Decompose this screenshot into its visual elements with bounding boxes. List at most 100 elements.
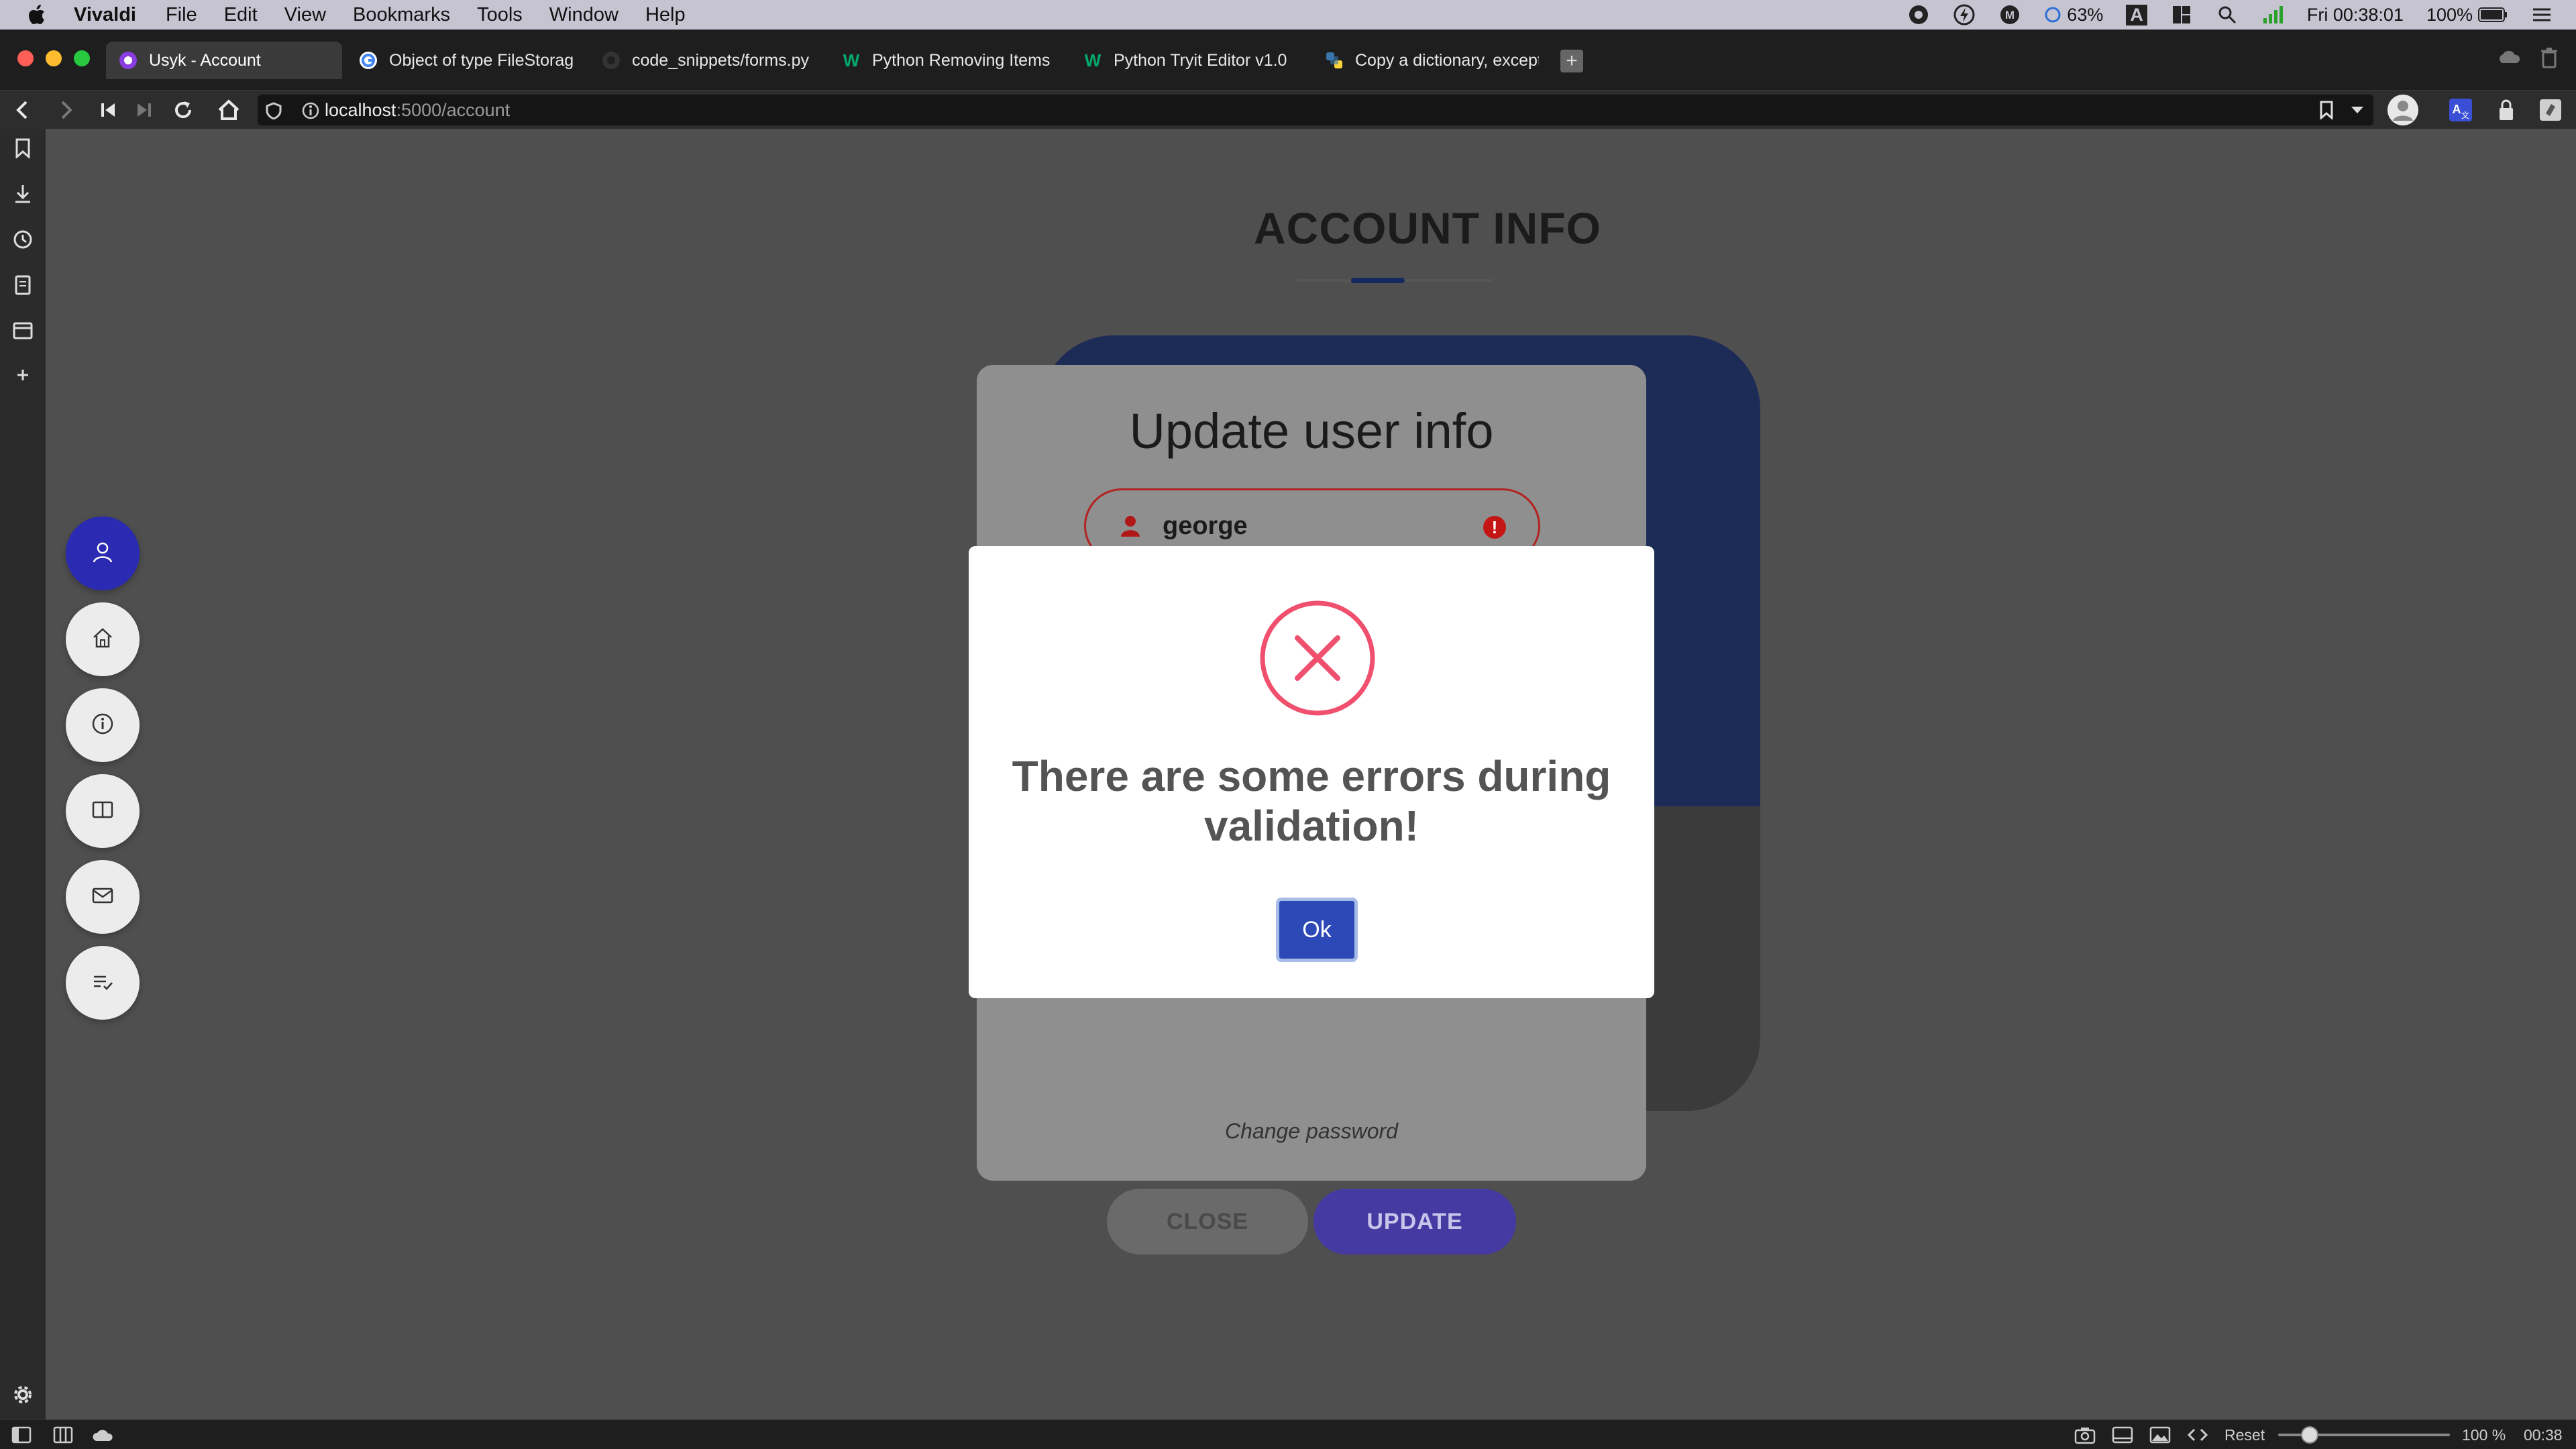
minimize-window-button[interactable]	[46, 50, 62, 66]
reload-icon[interactable]	[170, 97, 196, 123]
status-app-icon[interactable]	[1907, 3, 1930, 26]
signal-icon[interactable]	[2261, 3, 2284, 26]
site-info-icon[interactable]	[302, 102, 319, 123]
nav-info-button[interactable]	[66, 688, 140, 762]
field-error-icon: !	[1483, 516, 1506, 539]
svg-text:A: A	[2453, 103, 2461, 116]
home-button-icon[interactable]	[216, 97, 241, 123]
profile-avatar-icon[interactable]	[2384, 95, 2422, 125]
fast-forward-icon[interactable]	[131, 97, 157, 123]
url-field[interactable]: localhost:5000/account	[258, 95, 2373, 125]
keyboard-layout-indicator[interactable]: A	[2126, 4, 2147, 25]
page-tiling-icon[interactable]	[2112, 1424, 2133, 1446]
bookmark-page-icon[interactable]	[2314, 95, 2339, 125]
tab-filestorage[interactable]: Object of type FileStorage	[346, 42, 585, 79]
apple-menu-icon[interactable]	[0, 5, 74, 25]
url-dropdown-icon[interactable]	[2345, 95, 2369, 125]
history-panel-icon[interactable]	[11, 228, 34, 251]
zoom-slider-handle[interactable]	[2301, 1426, 2318, 1444]
username-value: george	[1163, 511, 1248, 540]
nav-mail-button[interactable]	[66, 860, 140, 934]
menu-app-name[interactable]: Vivaldi	[74, 4, 136, 26]
url-host: localhost	[325, 99, 396, 120]
tab-title: Copy a dictionary, except	[1355, 50, 1539, 70]
translate-icon[interactable]: A文	[2446, 95, 2475, 125]
vivaldi-side-panel	[0, 129, 46, 1419]
modal-message: There are some errors during validation!	[1012, 752, 1611, 850]
battery-icon	[2478, 7, 2507, 22]
shield-icon[interactable]	[266, 102, 282, 123]
tab-code-snippets[interactable]: code_snippets/forms.py at	[589, 42, 825, 79]
rewind-icon[interactable]	[95, 97, 121, 123]
zoom-level: 100 %	[2462, 1426, 2506, 1444]
menu-tools[interactable]: Tools	[477, 4, 523, 26]
ok-button[interactable]: Ok	[1276, 898, 1358, 962]
zoom-reset-button[interactable]: Reset	[2224, 1426, 2265, 1444]
capture-camera-icon[interactable]	[2074, 1424, 2096, 1446]
tab-title: code_snippets/forms.py at	[632, 50, 813, 70]
user-field-icon	[1117, 513, 1144, 539]
nav-home-button[interactable]	[66, 602, 140, 676]
tab-usyk-account[interactable]: Usyk - Account	[106, 42, 342, 79]
menu-file[interactable]: File	[166, 4, 197, 26]
tiling-icon[interactable]	[52, 1424, 74, 1446]
spotlight-search-icon[interactable]	[2216, 3, 2239, 26]
tab-python-removing[interactable]: W Python Removing Items fr	[829, 42, 1065, 79]
nav-list-check-button[interactable]	[66, 946, 140, 1020]
status-clock: 00:38	[2524, 1426, 2563, 1444]
home-icon	[91, 627, 114, 653]
cpu-indicator[interactable]: 63%	[2044, 5, 2103, 25]
new-tab-button[interactable]: +	[1560, 50, 1583, 72]
trash-icon[interactable]	[2540, 47, 2559, 72]
status-bar: Reset 100 % 00:38	[0, 1419, 2576, 1449]
tab-tryit-editor[interactable]: W Python Tryit Editor v1.0	[1071, 42, 1307, 79]
address-bar: localhost:5000/account A文	[0, 90, 2576, 129]
downloads-panel-icon[interactable]	[11, 182, 34, 205]
zoom-window-button[interactable]	[74, 50, 90, 66]
change-password-link[interactable]: Change password	[977, 1119, 1646, 1144]
nav-account-button[interactable]	[66, 517, 140, 590]
mail-icon	[91, 884, 114, 910]
close-window-button[interactable]	[17, 50, 34, 66]
control-center-icon[interactable]	[2530, 3, 2553, 26]
update-button[interactable]: UPDATE	[1313, 1189, 1516, 1254]
google-icon	[358, 50, 378, 70]
validation-error-modal: There are some errors during validation!…	[969, 546, 1654, 998]
back-icon[interactable]	[9, 97, 35, 123]
menu-window[interactable]: Window	[549, 4, 619, 26]
tabbar-right-controls	[2497, 47, 2559, 72]
page-actions-icon[interactable]	[2187, 1424, 2208, 1446]
menu-edit[interactable]: Edit	[224, 4, 258, 26]
forward-icon[interactable]	[54, 97, 79, 123]
m-app-icon[interactable]: M	[1998, 3, 2021, 26]
tab-copy-dictionary[interactable]: Copy a dictionary, except	[1312, 42, 1551, 79]
images-toggle-icon[interactable]	[2149, 1424, 2171, 1446]
extension-icon[interactable]	[2536, 95, 2565, 125]
battery-indicator[interactable]: 100%	[2426, 5, 2508, 25]
w3schools-icon: W	[1083, 50, 1103, 70]
close-button[interactable]: CLOSE	[1107, 1189, 1308, 1254]
usyk-icon	[118, 50, 138, 70]
settings-gear-icon[interactable]	[11, 1383, 34, 1406]
notes-panel-icon[interactable]	[11, 274, 34, 297]
add-web-panel-icon[interactable]	[11, 364, 34, 386]
book-icon	[91, 798, 114, 824]
bookmarks-panel-icon[interactable]	[11, 137, 34, 160]
heading-underline-accent	[1351, 278, 1405, 283]
nav-book-button[interactable]	[66, 774, 140, 848]
sync-cloud-icon[interactable]	[91, 1424, 113, 1446]
lightning-icon[interactable]	[1953, 3, 1976, 26]
info-icon	[91, 712, 114, 739]
cloud-sync-icon[interactable]	[2497, 47, 2521, 72]
window-panel-icon[interactable]	[11, 319, 34, 342]
cpu-percent: 63%	[2067, 4, 2104, 25]
extension-lock-icon[interactable]	[2491, 95, 2521, 125]
menu-bookmarks[interactable]: Bookmarks	[353, 4, 450, 26]
svg-text:文: 文	[2461, 110, 2469, 120]
menu-help[interactable]: Help	[645, 4, 686, 26]
tab-title: Object of type FileStorage	[389, 50, 573, 70]
window-layout-icon[interactable]	[2170, 3, 2193, 26]
menu-view[interactable]: View	[284, 4, 326, 26]
clock[interactable]: Fri 00:38:01	[2307, 5, 2404, 25]
panel-toggle-icon[interactable]	[11, 1424, 32, 1446]
